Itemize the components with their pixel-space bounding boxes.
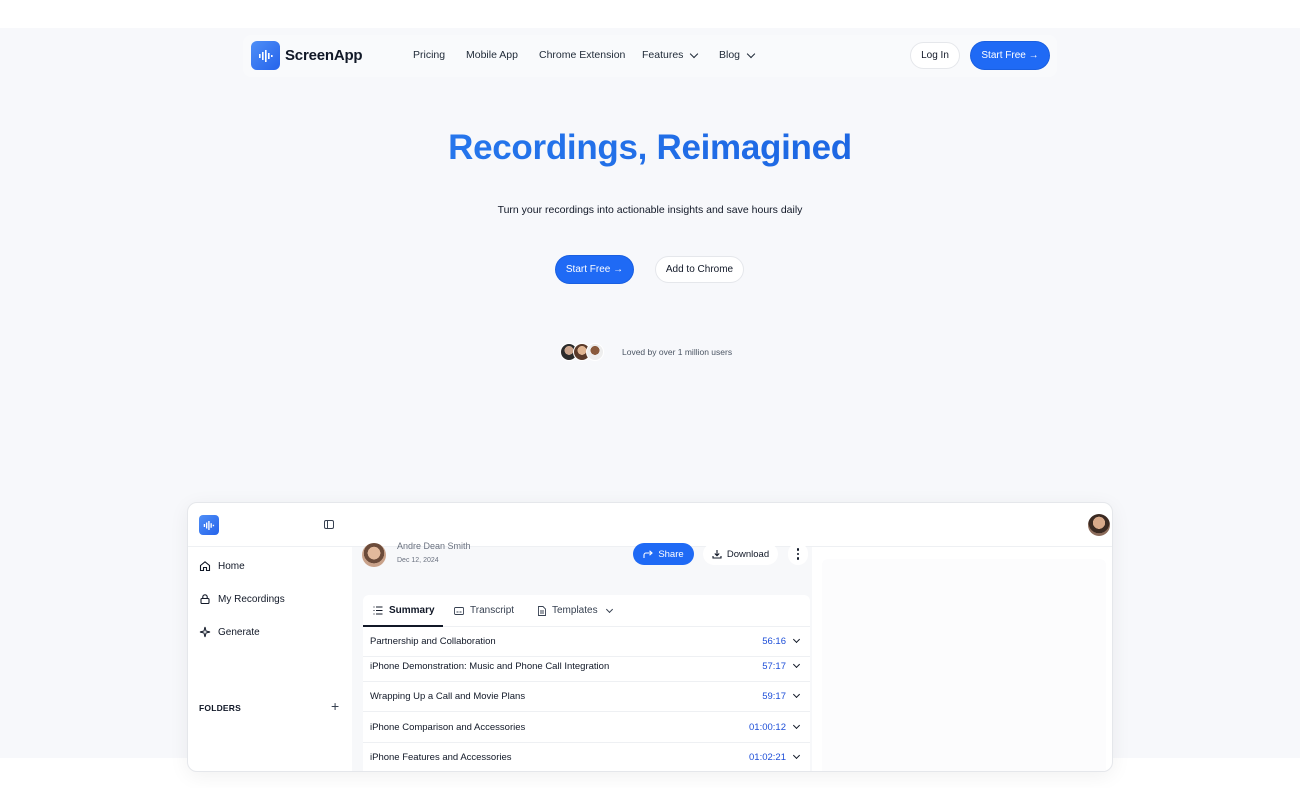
- avatar: [586, 343, 604, 361]
- sidebar-item-label: My Recordings: [218, 593, 285, 605]
- tab-transcript[interactable]: Transcript: [454, 605, 514, 616]
- chapter-timestamp[interactable]: 01:02:21: [749, 752, 786, 763]
- screenapp-logo[interactable]: [251, 41, 280, 70]
- download-button[interactable]: Download: [703, 543, 778, 565]
- hero-start-free-button[interactable]: Start Free →: [556, 256, 633, 283]
- user-avatars: [560, 343, 608, 361]
- share-icon: [643, 549, 654, 558]
- recording-card: Summary Transcript Templates Partnership…: [363, 595, 810, 771]
- share-button[interactable]: Share: [633, 543, 694, 565]
- brand-name[interactable]: ScreenApp: [285, 47, 363, 64]
- chapter-timestamp[interactable]: 57:17: [762, 661, 786, 672]
- chevron-down-icon: [605, 605, 613, 613]
- nav-link-blog[interactable]: Blog: [719, 49, 756, 61]
- chapter-title: Wrapping Up a Call and Movie Plans: [370, 691, 526, 702]
- sidebar-item-label: Home: [218, 560, 245, 572]
- download-icon: [712, 550, 722, 559]
- share-label: Share: [658, 548, 684, 560]
- add-to-chrome-button[interactable]: Add to Chrome: [655, 256, 744, 283]
- document-icon: [538, 605, 546, 616]
- tab-summary[interactable]: Summary: [373, 605, 435, 616]
- captions-icon: [454, 606, 464, 615]
- chapter-row[interactable]: iPhone Features and Accessories 01:02:21: [363, 743, 810, 771]
- lock-icon: [200, 594, 210, 605]
- tab-templates[interactable]: Templates: [538, 605, 613, 616]
- hero-title: Recordings, Reimagined: [0, 128, 1300, 168]
- add-folder-button[interactable]: +: [331, 698, 339, 714]
- top-navbar: ScreenApp Pricing Mobile App Chrome Exte…: [243, 35, 1057, 77]
- nav-link-label: Chrome Extension: [539, 49, 626, 61]
- chapter-title: Partnership and Collaboration: [370, 636, 496, 647]
- waveform-icon: [203, 520, 215, 530]
- sparkle-icon: [199, 626, 211, 638]
- waveform-icon: [258, 49, 273, 62]
- chevron-down-icon[interactable]: [792, 721, 801, 730]
- chapter-title: iPhone Features and Accessories: [370, 752, 512, 763]
- nav-link-label: Pricing: [413, 49, 446, 61]
- nav-link-label: Blog: [719, 49, 741, 61]
- sidebar-item-label: Generate: [218, 626, 260, 638]
- nav-link-mobile-app[interactable]: Mobile App: [466, 49, 518, 61]
- page: ScreenApp Pricing Mobile App Chrome Exte…: [0, 0, 1300, 788]
- chapter-row[interactable]: iPhone Demonstration: Music and Phone Ca…: [363, 652, 810, 682]
- sidebar-toggle-icon[interactable]: [324, 520, 334, 529]
- chapter-timestamp[interactable]: 56:16: [762, 636, 786, 647]
- app-logo[interactable]: [199, 515, 219, 535]
- download-label: Download: [726, 548, 770, 560]
- chapter-title: iPhone Comparison and Accessories: [370, 722, 526, 733]
- chevron-down-icon[interactable]: [792, 690, 801, 699]
- tab-label: Transcript: [470, 605, 515, 616]
- recording-date: Dec 12, 2024: [397, 557, 439, 564]
- nav-link-chrome-extension[interactable]: Chrome Extension: [539, 49, 625, 61]
- nav-link-pricing[interactable]: Pricing: [413, 49, 445, 61]
- chapter-timestamp[interactable]: 59:17: [762, 691, 786, 702]
- recording-main: Andre Dean Smith Dec 12, 2024 Share Down…: [352, 541, 812, 771]
- chapter-row[interactable]: iPhone Comparison and Accessories 01:00:…: [363, 713, 810, 743]
- nav-start-free-button[interactable]: Start Free →: [971, 42, 1049, 69]
- sidebar-item-my-recordings[interactable]: My Recordings: [199, 593, 285, 605]
- chevron-down-icon: [690, 49, 699, 58]
- home-icon: [199, 561, 211, 572]
- nav-link-features[interactable]: Features: [642, 49, 699, 61]
- list-icon: [373, 606, 383, 615]
- chapter-title: iPhone Demonstration: Music and Phone Ca…: [370, 661, 610, 672]
- sidebar-item-generate[interactable]: Generate: [199, 626, 260, 638]
- recording-tabs: Summary Transcript Templates: [363, 595, 810, 627]
- tab-label: Summary: [389, 605, 435, 616]
- chevron-down-icon[interactable]: [792, 635, 801, 644]
- tab-label: Templates: [552, 605, 598, 616]
- folders-heading: FOLDERS: [199, 703, 242, 713]
- video-player-panel: [822, 559, 1106, 771]
- recording-owner: Andre Dean Smith: [397, 541, 471, 551]
- chapter-row[interactable]: Wrapping Up a Call and Movie Plans 59:17: [363, 682, 810, 712]
- chapter-timestamp[interactable]: 01:00:12: [749, 722, 786, 733]
- nav-link-label: Features: [642, 49, 684, 61]
- login-button[interactable]: Log In: [910, 42, 960, 69]
- social-proof-text: Loved by over 1 million users: [622, 347, 733, 357]
- more-options-button[interactable]: [788, 543, 808, 565]
- hero-subtitle: Turn your recordings into actionable ins…: [497, 204, 803, 216]
- chevron-down-icon[interactable]: [792, 751, 801, 760]
- chevron-down-icon: [746, 49, 756, 58]
- nav-link-label: Mobile App: [466, 49, 518, 61]
- owner-avatar: [362, 543, 386, 567]
- chevron-down-icon[interactable]: [792, 660, 801, 669]
- app-sidebar: Home My Recordings Generate FOLDERS +: [188, 547, 352, 771]
- sidebar-item-home[interactable]: Home: [199, 560, 245, 572]
- app-preview-window: Home My Recordings Generate FOLDERS + An…: [187, 502, 1113, 772]
- app-topbar: [188, 503, 1112, 547]
- user-avatar[interactable]: [1088, 514, 1110, 536]
